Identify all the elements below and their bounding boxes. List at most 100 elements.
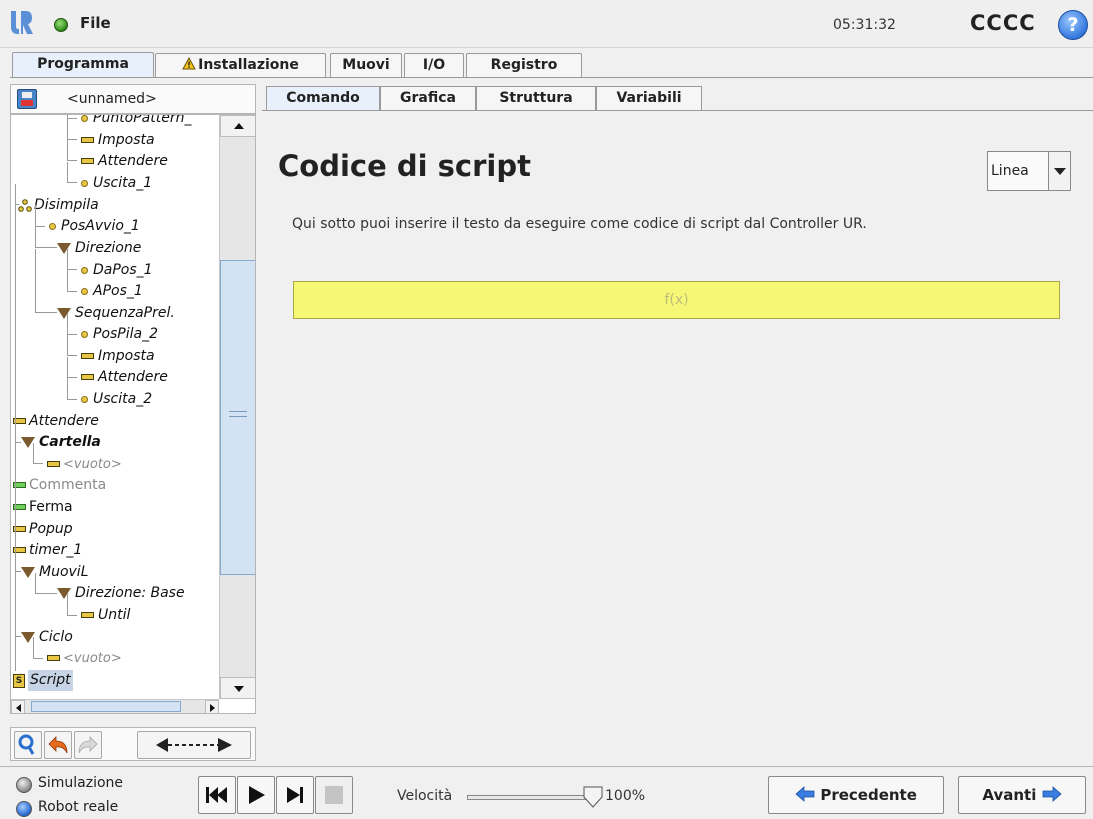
tab-registro[interactable]: Registro [466,53,582,77]
grip-icon [229,411,247,417]
speed-slider[interactable] [467,795,591,800]
tree-node[interactable]: <vuoto> [11,648,219,669]
tree-node[interactable]: timer_1 [11,540,219,561]
tree-node-label: PosAvvio_1 [61,218,140,234]
tree-node-label: Attendere [98,369,168,385]
tree-node-label: Script [28,670,73,691]
speed-slider-thumb[interactable] [582,785,604,809]
program-header: <unnamed> [10,84,256,114]
move-node-button[interactable] [137,731,251,759]
tree-toolbar [10,727,256,761]
scroll-up-button[interactable] [220,115,255,137]
tab-struttura[interactable]: Struttura [476,86,596,110]
page-title: Codice di script [278,149,531,183]
tree-node-label: timer_1 [29,542,83,558]
undo-icon[interactable] [44,731,72,759]
scroll-right-button[interactable] [205,700,219,713]
tree-node-label: Cartella [39,434,101,450]
waypoint-dot-icon [81,115,88,122]
ur-logo-icon [11,11,33,34]
redo-icon[interactable] [74,731,102,759]
move-arrows-icon [156,738,232,752]
tab-muovi[interactable]: Muovi [330,53,402,77]
save-icon[interactable] [17,89,37,109]
tree-node[interactable]: <vuoto> [11,454,219,475]
waypoint-dot-icon [81,396,88,403]
tab-grafica[interactable]: Grafica [380,86,476,110]
previous-button[interactable]: Precedente [768,776,944,814]
radio-sim-icon [16,777,32,793]
scroll-thumb[interactable] [220,260,255,575]
tree-node[interactable]: Popup [11,519,219,540]
search-icon[interactable] [14,731,42,759]
tree-node[interactable]: Attendere [11,411,219,432]
h-scroll-thumb[interactable] [31,701,181,712]
tree-node[interactable]: SequenzaPrel. [11,303,219,324]
waypoint-dot-icon [81,267,88,274]
tree-node[interactable]: Uscita_1 [11,173,219,194]
warning-icon [182,57,196,70]
tree-node[interactable]: Imposta [11,130,219,151]
clock: 05:31:32 [833,17,896,33]
tree-node-label: <vuoto> [63,651,122,666]
waypoint-dot-icon [81,180,88,187]
tree-node-label: SequenzaPrel. [75,305,175,321]
folder-triangle-icon [21,567,35,578]
tree-node[interactable]: Imposta [11,346,219,367]
simulation-radio[interactable]: Simulazione [8,775,188,795]
destack-icon [18,199,32,212]
file-menu[interactable]: File [80,14,111,32]
tab-installazione[interactable]: Installazione [155,53,326,77]
script-code-field[interactable]: f(x) [293,281,1060,319]
skip-to-start-button[interactable] [198,776,236,814]
chevron-down-icon[interactable] [1048,152,1070,190]
wait-bar-icon [81,374,94,380]
scroll-left-button[interactable] [11,700,25,713]
undo-arrow-icon [48,736,68,754]
tree-node[interactable]: Attendere [11,151,219,172]
waypoint-dot-icon [81,288,88,295]
mode-dropdown[interactable]: Linea [987,151,1071,191]
redo-arrow-icon [78,736,98,754]
tab-variabili[interactable]: Variabili [596,86,702,110]
stop-button[interactable] [315,776,353,814]
next-button[interactable]: Avanti [958,776,1086,814]
robot-name: CCCC [970,11,1036,35]
tree-node[interactable]: PuntoPattern_ [11,115,219,129]
tab-io[interactable]: I/O [404,53,464,77]
tree-node[interactable]: Uscita_2 [11,389,219,410]
tree-node[interactable]: S Script [11,670,219,691]
tree-node-label: Attendere [98,153,168,169]
top-bar: File 05:31:32 CCCC ? [0,0,1093,48]
step-button[interactable] [276,776,314,814]
speed-label: Velocità [397,788,453,804]
tree-node-label: PosPila_2 [93,326,159,342]
tree-node-label: APos_1 [93,283,143,299]
tree-node[interactable]: Commenta [11,475,219,496]
tab-label: Comando [286,90,360,106]
script-icon: S [13,674,25,688]
tab-comando[interactable]: Comando [266,86,380,110]
tree-node-label: Commenta [29,477,107,493]
real-robot-radio[interactable]: Robot reale [8,799,188,819]
tree-node[interactable]: Attendere [11,367,219,388]
tree-horizontal-scrollbar[interactable] [11,699,219,713]
skip-back-icon [206,787,227,803]
play-button[interactable] [237,776,275,814]
arrow-left-icon [16,704,21,712]
tree-node-label: <vuoto> [63,457,122,472]
arrow-right-icon [210,704,215,712]
footer-divider [0,766,1093,767]
speed-value: 100% [605,788,646,804]
tab-programma[interactable]: Programma [12,52,154,78]
tree-node[interactable]: Until [11,605,219,626]
program-tree: PuntoPattern_ Imposta Attendere Uscita_1… [10,114,256,714]
radio-real-icon [16,801,32,817]
tree-vertical-scrollbar[interactable] [219,115,255,699]
tree-node[interactable]: Direzione: Base [11,583,219,604]
tree-node[interactable]: PosPila_2 [11,324,219,345]
help-icon[interactable]: ? [1058,10,1088,40]
scroll-down-button[interactable] [220,677,255,699]
mode-dropdown-value: Linea [991,163,1029,179]
tree-node[interactable]: Ferma [11,497,219,518]
